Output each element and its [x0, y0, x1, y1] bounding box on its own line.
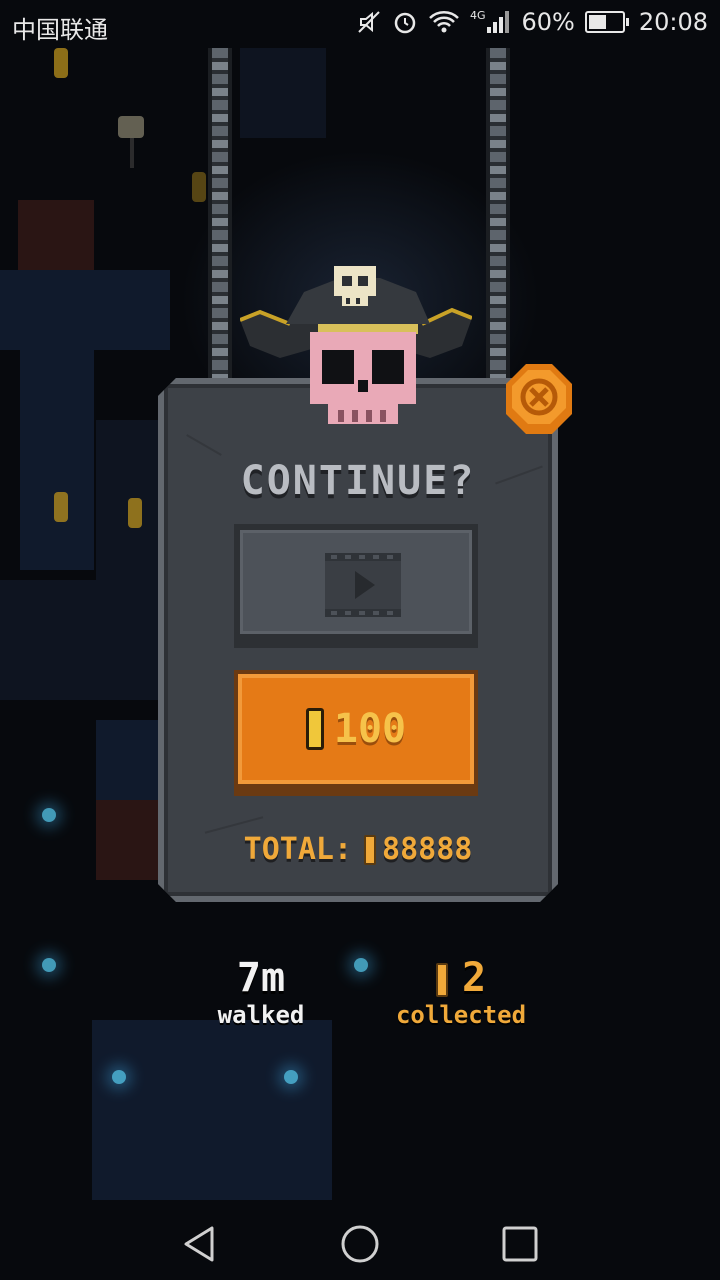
watch-video-button[interactable] — [234, 524, 478, 648]
status-bar: 中国联通 4G 60% 20:08 — [0, 0, 720, 50]
carrier-name: 中国联通 — [12, 16, 108, 44]
pirate-skull-icon — [240, 266, 472, 424]
total-coins: TOTAL: 88888 — [158, 832, 558, 867]
coin-icon — [435, 963, 448, 997]
coin-icon — [364, 834, 377, 865]
battery-icon — [584, 11, 629, 33]
walked-stat: 7m walked — [196, 956, 326, 1030]
alarm-icon — [392, 9, 418, 35]
signal-icon: 4G — [470, 9, 512, 35]
collected-value: 2 — [461, 955, 487, 1001]
network-type: 4G — [469, 9, 486, 22]
pay-coins-button[interactable]: 100 — [234, 670, 478, 796]
coin-price: 100 — [333, 706, 407, 752]
film-play-icon — [325, 553, 401, 617]
close-button[interactable] — [506, 364, 572, 434]
collected-stat: 2 collected — [388, 956, 534, 1030]
mute-icon — [356, 9, 382, 35]
home-icon[interactable] — [338, 1222, 382, 1266]
dialog-title: CONTINUE? — [240, 458, 476, 504]
close-x-icon — [520, 378, 558, 416]
right-chain — [486, 48, 510, 388]
clock: 20:08 — [638, 8, 708, 36]
coin-icon — [305, 708, 324, 750]
collected-label: collected — [395, 1001, 527, 1029]
total-label: TOTAL: — [243, 832, 353, 867]
walked-value: 7m — [236, 955, 286, 1001]
recents-icon[interactable] — [498, 1222, 542, 1266]
back-icon[interactable] — [178, 1222, 222, 1266]
wifi-icon — [428, 9, 460, 35]
navigation-bar — [0, 1208, 720, 1280]
walked-label: walked — [217, 1001, 305, 1029]
left-chain — [208, 48, 232, 388]
total-value: 88888 — [382, 832, 473, 867]
battery-percent: 60% — [521, 8, 575, 36]
